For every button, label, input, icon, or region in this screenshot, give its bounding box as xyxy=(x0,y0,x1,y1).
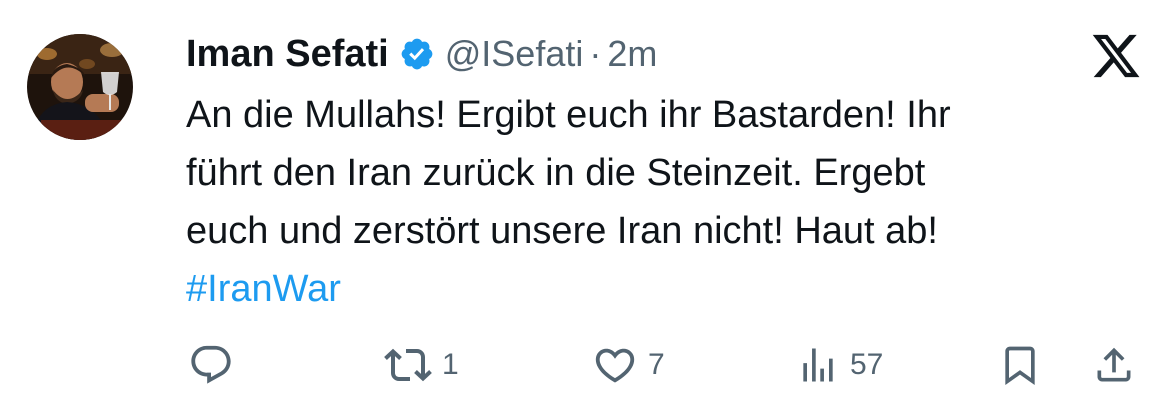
author-name[interactable]: Iman Sefati xyxy=(186,33,389,76)
share-icon xyxy=(1097,347,1131,382)
share-button[interactable] xyxy=(1092,340,1136,390)
like-button[interactable]: 7 xyxy=(592,340,665,390)
bookmark-icon xyxy=(1005,346,1035,386)
header-separator: · xyxy=(589,33,602,74)
retweet-count: 1 xyxy=(442,348,459,381)
tweet-text-line: An die Mullahs! Ergibt euch ihr Bastarde… xyxy=(186,94,951,136)
retweet-icon xyxy=(384,348,432,382)
retweet-button[interactable]: 1 xyxy=(384,340,459,390)
tweet-text-line: führt den Iran zurück in die Steinzeit. … xyxy=(186,152,926,194)
bookmark-button[interactable] xyxy=(998,340,1042,390)
verified-badge-icon xyxy=(401,38,433,70)
avatar[interactable] xyxy=(27,34,133,140)
like-count: 7 xyxy=(648,348,665,381)
author-handle[interactable]: @ISefati xyxy=(445,33,584,75)
views-bar-chart-icon xyxy=(803,348,833,382)
tweet-header: Iman Sefati @ISefati · 2m xyxy=(186,26,657,82)
heart-icon xyxy=(595,348,635,383)
hashtag-link[interactable]: #IranWar xyxy=(186,260,1146,318)
tweet-text-line: euch und zerstört unsere Iran nicht! Hau… xyxy=(186,210,938,252)
tweet-timestamp[interactable]: 2m xyxy=(607,33,657,75)
tweet-text: An die Mullahs! Ergibt euch ihr Bastarde… xyxy=(186,86,1146,318)
x-logo-icon[interactable] xyxy=(1090,30,1142,82)
avatar-image xyxy=(27,34,133,140)
reply-button[interactable] xyxy=(188,340,234,390)
reply-icon xyxy=(191,345,231,384)
action-bar: 1 7 57 xyxy=(0,340,1170,390)
views-count: 57 xyxy=(850,348,884,381)
views-button[interactable]: 57 xyxy=(796,340,883,390)
